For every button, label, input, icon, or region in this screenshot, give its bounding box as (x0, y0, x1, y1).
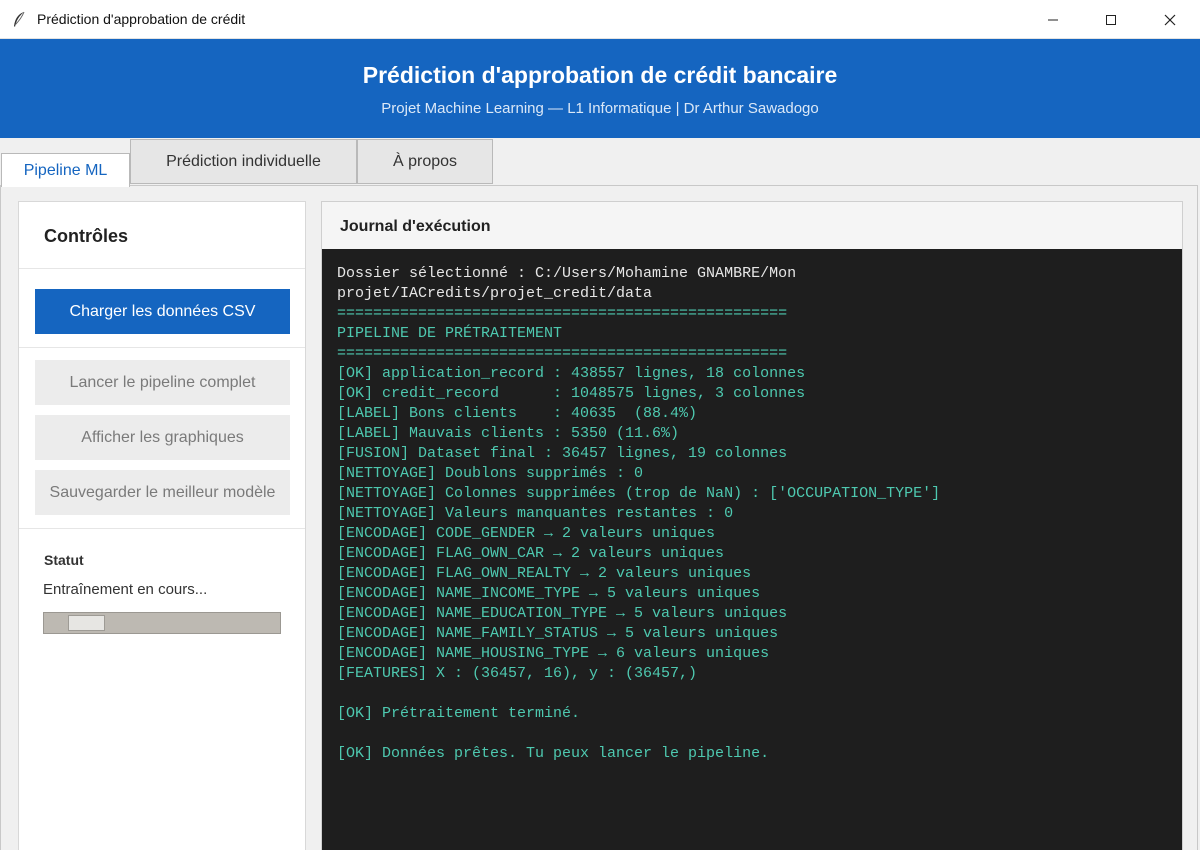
log-line: [ENCODAGE] FLAG_OWN_REALTY → 2 valeurs u… (337, 565, 752, 582)
save-best-model-button[interactable]: Sauvegarder le meilleur modèle (35, 470, 290, 515)
log-line: [NETTOYAGE] Colonnes supprimées (trop de… (337, 485, 941, 502)
progress-indicator (68, 615, 105, 631)
status-text: Entraînement en cours... (43, 581, 208, 598)
minimize-button[interactable] (1024, 0, 1082, 39)
log-line: [OK] credit_record : 1048575 lignes, 3 c… (337, 385, 806, 402)
header-subtitle: Projet Machine Learning — L1 Informatiqu… (381, 100, 819, 117)
log-line: ========================================… (337, 305, 788, 322)
maximize-button[interactable] (1082, 0, 1140, 39)
log-line: [NETTOYAGE] Valeurs manquantes restantes… (337, 505, 734, 522)
show-charts-button[interactable]: Afficher les graphiques (35, 415, 290, 460)
log-line: [ENCODAGE] CODE_GENDER → 2 valeurs uniqu… (337, 525, 716, 542)
window-title: Prédiction d'approbation de crédit (37, 11, 246, 27)
log-line: [ENCODAGE] NAME_FAMILY_STATUS → 5 valeur… (337, 625, 779, 642)
feather-icon (14, 11, 25, 27)
journal-title: Journal d'exécution (340, 218, 491, 235)
divider (19, 528, 305, 529)
log-line: [FEATURES] X : (36457, 16), y : (36457,) (337, 665, 698, 682)
controls-panel: Contrôles Charger les données CSV Lancer… (18, 201, 306, 850)
minimize-icon (1048, 19, 1058, 20)
divider (19, 268, 305, 269)
log-line: [OK] Données prêtes. Tu peux lancer le p… (337, 745, 770, 762)
log-line: [OK] application_record : 438557 lignes,… (337, 365, 806, 382)
log-line: [LABEL] Bons clients : 40635 (88.4%) (337, 405, 698, 422)
header-title: Prédiction d'approbation de crédit banca… (362, 62, 838, 88)
close-icon (1164, 14, 1176, 25)
log-line: [FUSION] Dataset final : 36457 lignes, 1… (337, 445, 788, 462)
journal-panel: Journal d'exécution Dossier sélectionné … (321, 201, 1183, 850)
log-line: [ENCODAGE] NAME_EDUCATION_TYPE → 5 valeu… (337, 605, 788, 622)
log-line: [ENCODAGE] FLAG_OWN_CAR → 2 valeurs uniq… (337, 545, 725, 562)
log-line: projet/IACredits/projet_credit/data (337, 285, 653, 302)
status-label: Statut (44, 552, 84, 568)
log-line: [LABEL] Mauvais clients : 5350 (11.6%) (337, 425, 680, 442)
maximize-icon (1106, 14, 1116, 25)
tab-a-propos[interactable]: À propos (357, 139, 493, 184)
close-button[interactable] (1141, 0, 1199, 39)
tab-pipeline-ml[interactable]: Pipeline ML (1, 153, 130, 187)
progress-bar (43, 612, 281, 634)
log-line: [ENCODAGE] NAME_HOUSING_TYPE → 6 valeurs… (337, 645, 770, 662)
log-line: PIPELINE DE PRÉTRAITEMENT (337, 325, 563, 342)
execution-log[interactable]: Dossier sélectionné : C:/Users/Mohamine … (322, 249, 1182, 850)
run-pipeline-button[interactable]: Lancer le pipeline complet (35, 360, 290, 405)
controls-title: Contrôles (44, 226, 129, 246)
title-bar: Prédiction d'approbation de crédit (0, 0, 1200, 39)
log-line: [NETTOYAGE] Doublons supprimés : 0 (337, 465, 644, 482)
load-csv-button[interactable]: Charger les données CSV (35, 289, 290, 334)
log-line: [ENCODAGE] NAME_INCOME_TYPE → 5 valeurs … (337, 585, 761, 602)
log-line: [OK] Prétraitement terminé. (337, 705, 581, 722)
app-header: Prédiction d'approbation de crédit banca… (0, 39, 1200, 138)
tab-prediction-individuelle[interactable]: Prédiction individuelle (130, 139, 357, 184)
log-line: Dossier sélectionné : C:/Users/Mohamine … (337, 265, 797, 282)
log-line: ========================================… (337, 345, 788, 362)
divider (19, 347, 305, 348)
tab-strip: Pipeline ML Prédiction individuelle À pr… (0, 138, 1200, 187)
